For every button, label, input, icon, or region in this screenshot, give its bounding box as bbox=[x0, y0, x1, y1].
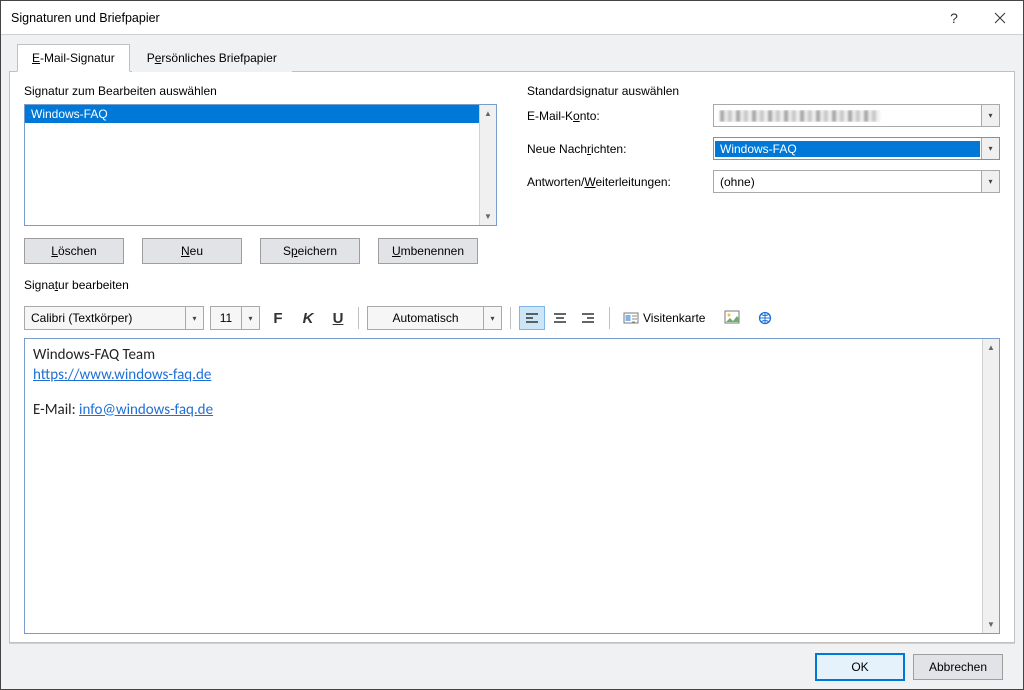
font-size-select[interactable]: 11 ▾ bbox=[210, 306, 260, 330]
font-color-select[interactable]: Automatisch ▾ bbox=[367, 306, 502, 330]
select-signature-label: Signatur zum Bearbeiten auswählen bbox=[24, 84, 497, 98]
ok-button[interactable]: OK bbox=[815, 653, 905, 681]
window-title: Signaturen und Briefpapier bbox=[1, 11, 931, 25]
scroll-down-icon[interactable]: ▼ bbox=[480, 208, 496, 225]
chevron-down-icon[interactable]: ▾ bbox=[981, 171, 999, 192]
separator bbox=[510, 307, 511, 329]
business-card-button[interactable]: Visitenkarte bbox=[618, 306, 714, 330]
scroll-up-icon[interactable]: ▲ bbox=[480, 105, 496, 122]
obscured-account bbox=[720, 110, 880, 122]
chevron-down-icon[interactable]: ▾ bbox=[981, 138, 999, 159]
chevron-down-icon[interactable]: ▾ bbox=[981, 105, 999, 126]
scrollbar[interactable]: ▲ ▼ bbox=[479, 105, 496, 225]
signature-text-line: Windows-FAQ Team bbox=[33, 345, 974, 365]
signature-editor[interactable]: Windows-FAQ Team https://www.windows-faq… bbox=[25, 339, 982, 633]
tab-email-signature[interactable]: E-Mail-Signatur bbox=[17, 44, 130, 72]
scroll-up-icon[interactable]: ▲ bbox=[983, 339, 999, 356]
scroll-down-icon[interactable]: ▼ bbox=[983, 616, 999, 633]
cancel-button[interactable]: Abbrechen bbox=[913, 654, 1003, 680]
new-messages-label: Neue Nachrichten: bbox=[527, 142, 707, 156]
editor-toolbar: Calibri (Textkörper) ▾ 11 ▾ F K U Automa… bbox=[24, 304, 1000, 332]
scrollbar[interactable]: ▲ ▼ bbox=[982, 339, 999, 633]
insert-image-button[interactable] bbox=[720, 306, 746, 330]
signature-email[interactable]: info@windows-faq.de bbox=[79, 401, 213, 419]
replies-forwards-select[interactable]: (ohne) ▾ bbox=[713, 170, 1000, 193]
chevron-down-icon[interactable]: ▾ bbox=[185, 307, 203, 329]
separator bbox=[358, 307, 359, 329]
tab-personal-stationery[interactable]: Persönliches Briefpapier bbox=[132, 44, 292, 72]
insert-hyperlink-button[interactable] bbox=[752, 306, 778, 330]
rename-button[interactable]: Umbenennen bbox=[378, 238, 478, 264]
align-right-button[interactable] bbox=[575, 306, 601, 330]
email-account-select[interactable]: ▾ bbox=[713, 104, 1000, 127]
email-account-label: E-Mail-Konto: bbox=[527, 109, 707, 123]
close-icon[interactable] bbox=[977, 1, 1023, 34]
business-card-icon bbox=[623, 311, 639, 325]
list-item[interactable]: Windows-FAQ bbox=[25, 105, 479, 123]
new-button[interactable]: Neu bbox=[142, 238, 242, 264]
chevron-down-icon[interactable]: ▾ bbox=[241, 307, 259, 329]
underline-button[interactable]: U bbox=[326, 306, 350, 330]
chevron-down-icon[interactable]: ▾ bbox=[483, 307, 501, 329]
signature-url[interactable]: https://www.windows-faq.de bbox=[33, 366, 211, 384]
replies-forwards-label: Antworten/Weiterleitungen: bbox=[527, 175, 707, 189]
signature-email-prefix: E-Mail: bbox=[33, 401, 79, 419]
italic-button[interactable]: K bbox=[296, 306, 320, 330]
delete-button[interactable]: Löschen bbox=[24, 238, 124, 264]
align-left-button[interactable] bbox=[519, 306, 545, 330]
signature-listbox[interactable]: Windows-FAQ ▲ ▼ bbox=[24, 104, 497, 226]
help-icon[interactable]: ? bbox=[931, 1, 977, 34]
separator bbox=[609, 307, 610, 329]
save-button[interactable]: Speichern bbox=[260, 238, 360, 264]
bold-button[interactable]: F bbox=[266, 306, 290, 330]
font-select[interactable]: Calibri (Textkörper) ▾ bbox=[24, 306, 204, 330]
new-messages-select[interactable]: Windows-FAQ ▾ bbox=[713, 137, 1000, 160]
align-center-button[interactable] bbox=[547, 306, 573, 330]
edit-signature-label: Signatur bearbeiten bbox=[24, 278, 1000, 292]
default-signature-label: Standardsignatur auswählen bbox=[527, 84, 1000, 98]
